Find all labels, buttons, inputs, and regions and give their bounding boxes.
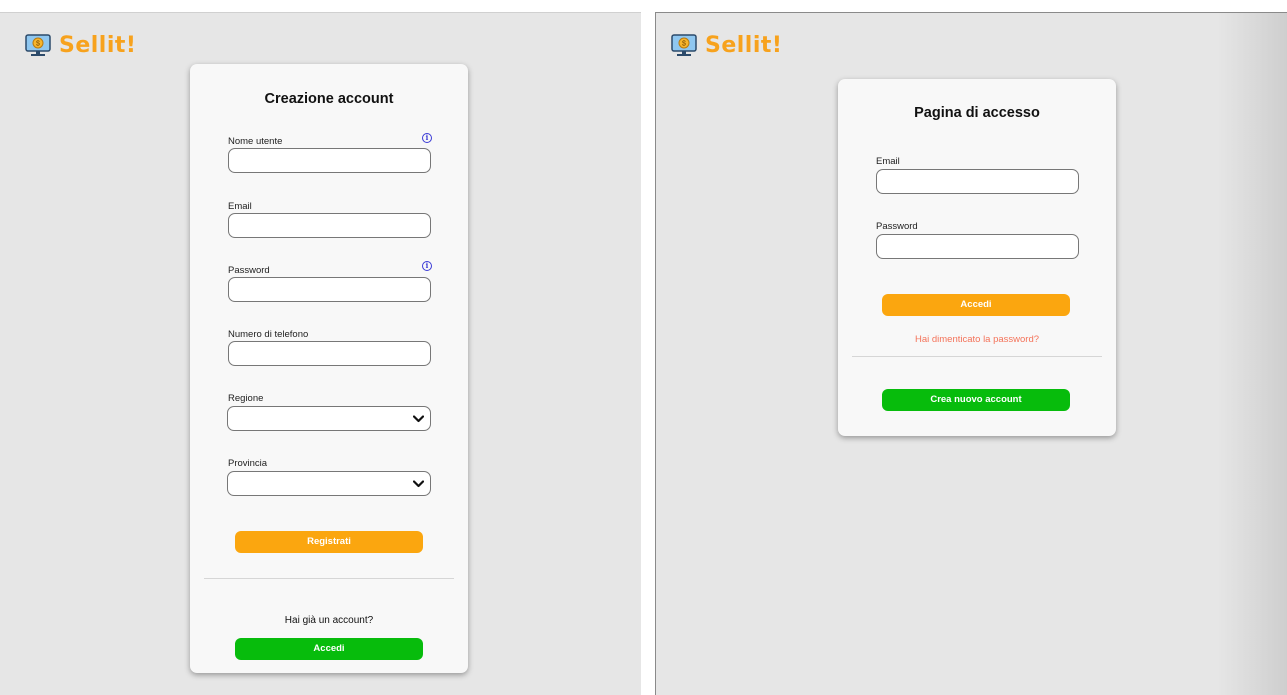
edge-shadow xyxy=(1217,13,1287,695)
monitor-coin-icon: $ xyxy=(671,33,697,56)
svg-text:$: $ xyxy=(682,40,686,47)
province-label: Provincia xyxy=(228,458,268,469)
login-card: Pagina di accesso Email Password Accedi … xyxy=(838,79,1116,436)
create-account-button[interactable]: Crea nuovo account xyxy=(882,389,1070,411)
email-label: Email xyxy=(876,156,900,167)
email-label: Email xyxy=(228,201,252,212)
phone-label: Numero di telefono xyxy=(228,329,309,340)
region-select[interactable] xyxy=(227,406,431,431)
chevron-down-icon xyxy=(413,480,424,488)
province-select[interactable] xyxy=(227,471,431,496)
email-input[interactable] xyxy=(228,213,431,238)
region-label: Regione xyxy=(228,393,264,404)
password-input[interactable] xyxy=(876,234,1079,259)
brand-logo[interactable]: $ Sellit! xyxy=(671,33,782,58)
page-title: Creazione account xyxy=(264,91,394,107)
monitor-coin-icon: $ xyxy=(25,33,51,56)
brand-logo[interactable]: $ Sellit! xyxy=(25,33,136,58)
login-button[interactable]: Accedi xyxy=(882,294,1070,316)
username-input[interactable] xyxy=(228,148,431,173)
login-panel: $ Sellit! Pagina di accesso Email Passwo… xyxy=(655,12,1287,695)
password-label: Password xyxy=(228,265,270,276)
svg-text:$: $ xyxy=(36,40,40,47)
register-panel: $ Sellit! Creazione account Nome utente … xyxy=(0,12,641,695)
password-label: Password xyxy=(876,221,918,232)
login-button[interactable]: Accedi xyxy=(235,638,423,660)
have-account-text: Hai già un account? xyxy=(284,615,374,626)
password-input[interactable] xyxy=(228,277,431,302)
register-button[interactable]: Registrati xyxy=(235,531,423,553)
brand-name: Sellit! xyxy=(705,33,783,58)
register-card: Creazione account Nome utente i Email Pa… xyxy=(190,64,468,673)
divider xyxy=(204,578,454,579)
divider xyxy=(852,356,1102,357)
page-title: Pagina di accesso xyxy=(914,105,1040,121)
brand-name: Sellit! xyxy=(59,33,137,58)
username-label: Nome utente xyxy=(228,136,283,147)
forgot-password-link[interactable]: Hai dimenticato la password? xyxy=(838,334,1116,345)
chevron-down-icon xyxy=(413,415,424,423)
password-info-icon[interactable]: i xyxy=(422,261,432,271)
phone-input[interactable] xyxy=(228,341,431,366)
email-input[interactable] xyxy=(876,169,1079,194)
username-info-icon[interactable]: i xyxy=(422,133,432,143)
